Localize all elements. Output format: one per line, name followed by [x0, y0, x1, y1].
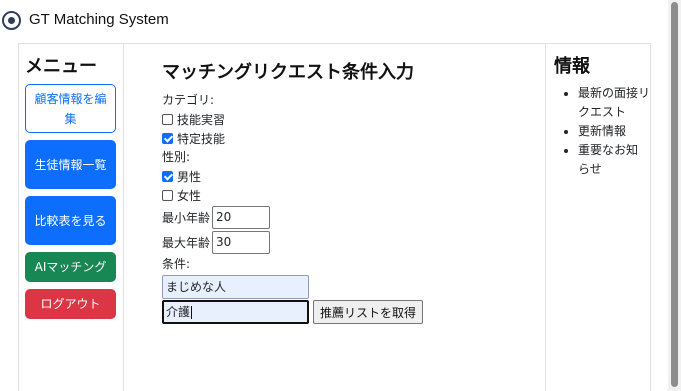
- sidebar-heading: メニュー: [25, 56, 97, 77]
- category-option-tokutei-ginou[interactable]: 特定技能: [162, 129, 545, 148]
- conditions-label: 条件:: [162, 257, 191, 271]
- student-list-button[interactable]: 生徒情報一覧: [25, 140, 116, 189]
- info-item-interview-requests[interactable]: 最新の面接リクエスト: [578, 84, 650, 122]
- info-list: 最新の面接リクエスト 更新情報 重要なお知らせ: [554, 84, 650, 179]
- request-form: マッチングリクエスト条件入力 カテゴリ: 技能実習 特定技能 性別: 男性 女性…: [124, 44, 546, 391]
- gender-male-label: 男性: [177, 170, 202, 184]
- category-tokutei-ginou-checkbox[interactable]: [162, 133, 173, 144]
- category-label: カテゴリ:: [162, 93, 215, 107]
- gender-female-label: 女性: [177, 189, 202, 203]
- min-age-input[interactable]: 20: [212, 205, 271, 229]
- category-tokutei-ginou-label: 特定技能: [177, 132, 226, 146]
- ai-matching-button[interactable]: AIマッチング: [25, 252, 116, 282]
- get-recommendations-button[interactable]: 推薦リストを取得: [313, 300, 424, 324]
- gender-option-female[interactable]: 女性: [162, 186, 545, 205]
- sidebar: メニュー 顧客情報を編集 生徒情報一覧 比較表を見る AIマッチング ログアウト: [19, 44, 124, 391]
- scrollbar-thumb[interactable]: [671, 2, 678, 387]
- condition-1-row: まじめな人: [162, 275, 545, 299]
- min-age-row: 最小年齢 20: [162, 205, 545, 229]
- condition-2-row: 介護 推薦リストを取得: [162, 300, 545, 324]
- page-title: マッチングリクエスト条件入力: [162, 62, 414, 83]
- gender-option-male[interactable]: 男性: [162, 167, 545, 186]
- condition-2-value: 介護: [166, 305, 191, 319]
- app-title: GT Matching System: [29, 11, 169, 28]
- gender-female-checkbox[interactable]: [162, 190, 173, 201]
- page-layout: メニュー 顧客情報を編集 生徒情報一覧 比較表を見る AIマッチング ログアウト…: [18, 43, 651, 391]
- max-age-label: 最大年齢: [162, 235, 211, 250]
- max-age-row: 最大年齢 30: [162, 230, 545, 254]
- category-option-ginou-jisshu[interactable]: 技能実習: [162, 110, 545, 129]
- category-ginou-jisshu-label: 技能実習: [177, 113, 226, 127]
- logout-button[interactable]: ログアウト: [25, 289, 116, 319]
- condition-2-input[interactable]: 介護: [162, 300, 309, 324]
- max-age-input[interactable]: 30: [212, 230, 271, 254]
- comparison-table-button[interactable]: 比較表を見る: [25, 196, 116, 245]
- info-panel: 情報 最新の面接リクエスト 更新情報 重要なお知らせ: [546, 44, 650, 391]
- app-logo-icon: [2, 11, 21, 30]
- gender-label: 性別:: [162, 150, 191, 164]
- info-item-updates[interactable]: 更新情報: [578, 122, 650, 141]
- category-ginou-jisshu-checkbox[interactable]: [162, 114, 173, 125]
- vertical-scrollbar[interactable]: [668, 0, 681, 391]
- gender-male-checkbox[interactable]: [162, 171, 173, 182]
- text-caret: [191, 306, 193, 319]
- min-age-label: 最小年齢: [162, 210, 211, 225]
- edit-customer-button[interactable]: 顧客情報を編集: [25, 84, 116, 133]
- info-heading: 情報: [554, 56, 590, 77]
- top-bar: GT Matching System: [0, 0, 668, 40]
- condition-1-input[interactable]: まじめな人: [162, 275, 309, 299]
- info-item-important-notices[interactable]: 重要なお知らせ: [578, 141, 650, 179]
